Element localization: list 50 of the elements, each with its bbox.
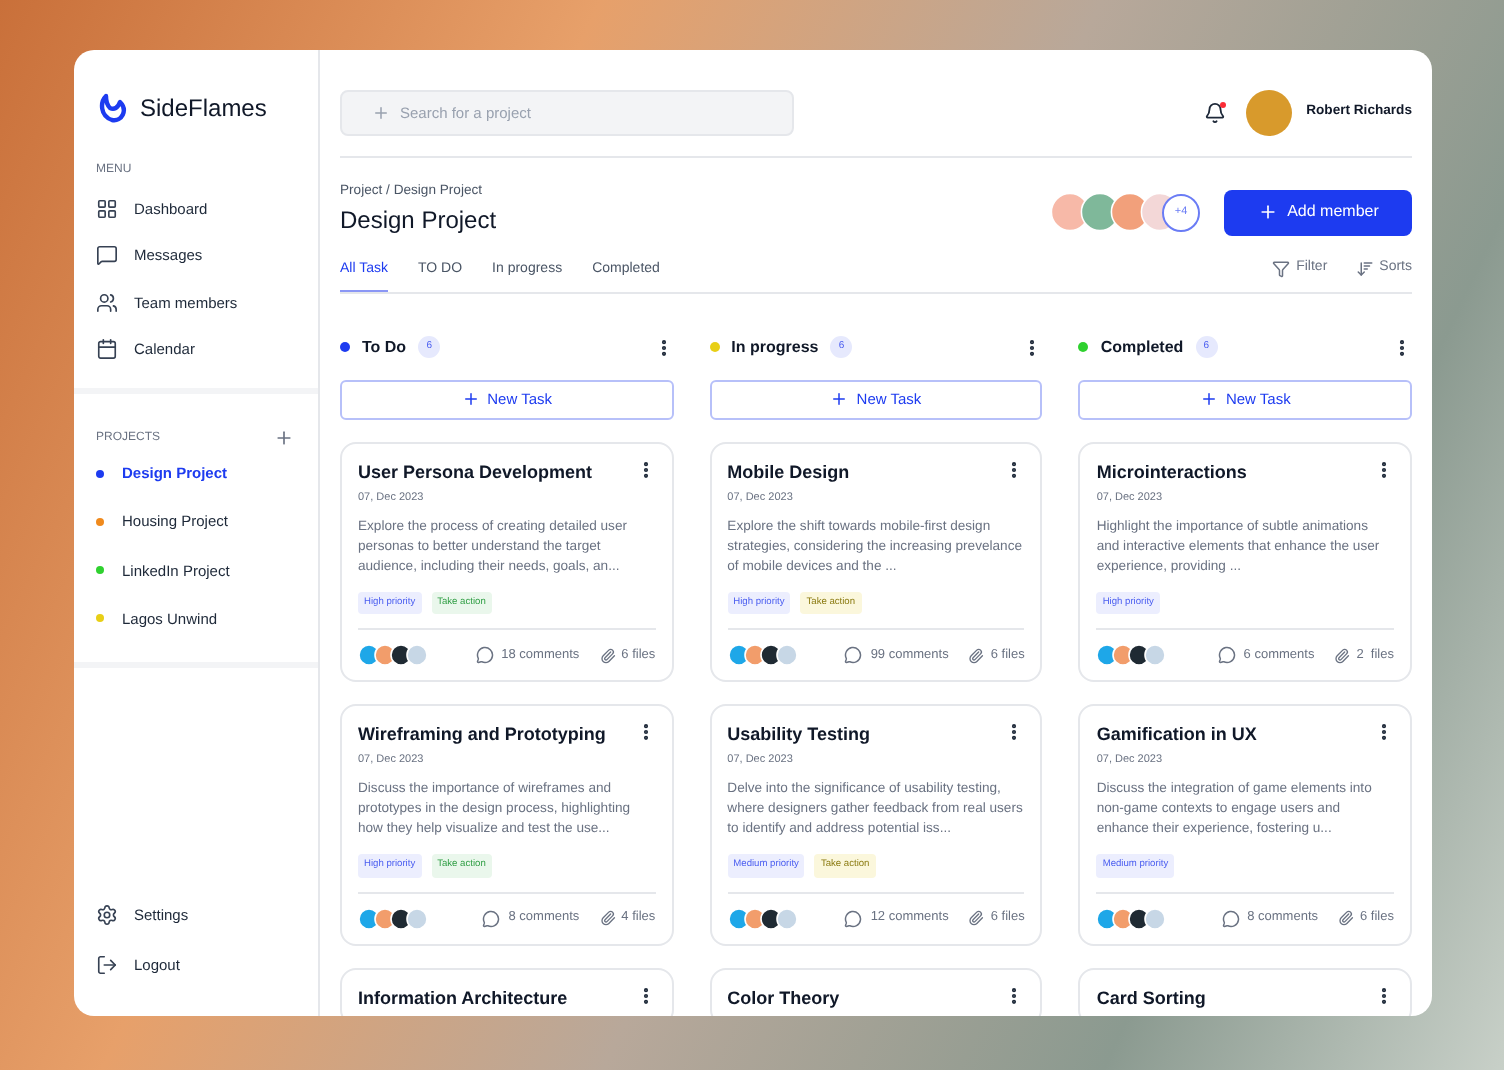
avatar-group-drawing: [358, 644, 430, 667]
comment-icon: [844, 909, 863, 928]
filter-icon: [1272, 259, 1291, 278]
task-title: Gamification in UX: [1096, 722, 1257, 747]
dashboard-icon: [96, 198, 118, 221]
brand-name: SideFlames: [140, 92, 267, 126]
task-title: Usability Testing: [727, 722, 871, 747]
column-title: To Do: [362, 335, 407, 360]
page-title: Design Project: [340, 204, 497, 239]
task-title: User Persona Development: [358, 459, 593, 484]
avatar-group-drawing: [358, 907, 430, 930]
paperclip-icon: [968, 910, 985, 927]
comment-icon: [844, 646, 863, 665]
avatar-group-drawing: [727, 644, 800, 667]
task-title: Wireframing and Prototyping: [358, 722, 606, 747]
column-title: Completed: [1100, 335, 1184, 360]
message-icon: [96, 244, 118, 267]
paperclip-icon: [1338, 910, 1355, 927]
task-title: Card Sorting: [1096, 985, 1206, 1010]
logo-icon: [98, 92, 128, 124]
plus-icon: [1199, 390, 1218, 409]
task-title: Microinteractions: [1096, 459, 1247, 484]
avatar-group-drawing: [1096, 907, 1169, 930]
calendar-icon: [96, 337, 118, 360]
add-member-button[interactable]: Add member: [1224, 189, 1412, 236]
logout-icon: [96, 953, 118, 976]
avatar-group-drawing: [727, 907, 800, 930]
comment-icon: [482, 909, 501, 928]
settings-icon: [96, 903, 118, 926]
comment-icon: [475, 646, 494, 665]
plus-icon: [461, 390, 480, 409]
plus-icon: [372, 104, 390, 122]
comment-icon: [1217, 646, 1236, 665]
plus-icon: [1257, 202, 1278, 223]
task-title: Color Theory: [727, 985, 840, 1010]
paperclip-icon: [599, 910, 616, 927]
users-icon: [96, 291, 118, 314]
paperclip-icon: [1334, 647, 1351, 664]
task-title: Mobile Design: [727, 459, 850, 484]
paperclip-icon: [968, 647, 985, 664]
column-title: In progress: [731, 335, 819, 360]
notification-bell-icon[interactable]: [1204, 102, 1227, 124]
member-avatars-drawing: [1050, 192, 1170, 233]
plus-icon: [830, 390, 849, 409]
task-title: Information Architecture: [358, 985, 568, 1010]
sort-icon: [1355, 259, 1374, 278]
paperclip-icon: [599, 647, 616, 664]
avatar-group-drawing: [1096, 644, 1169, 667]
add-project-icon[interactable]: [274, 428, 294, 448]
comment-icon: [1221, 909, 1240, 928]
